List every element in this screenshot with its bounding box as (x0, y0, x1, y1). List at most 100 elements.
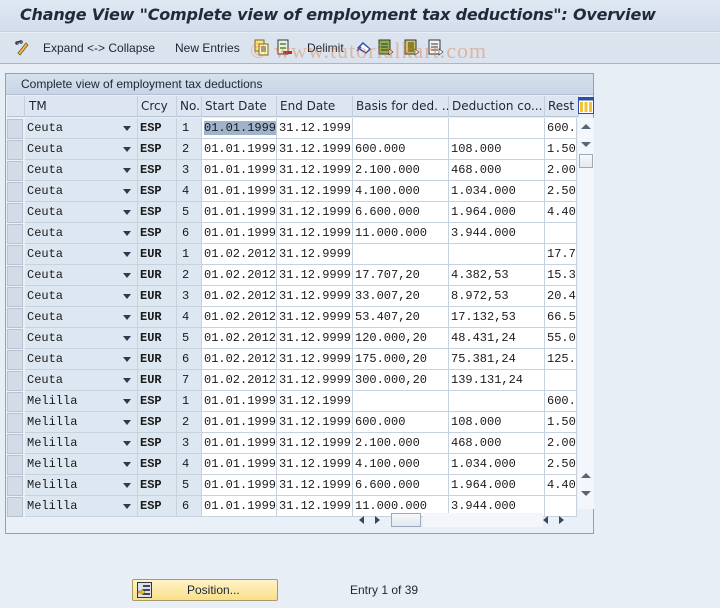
row-selector-button[interactable] (7, 350, 23, 370)
dropdown-arrow-icon[interactable] (123, 168, 131, 173)
tm-field[interactable]: Melilla (25, 412, 138, 433)
deduction-input[interactable]: 1.034.000 (449, 181, 545, 202)
dropdown-arrow-icon[interactable] (123, 357, 131, 362)
dropdown-arrow-icon[interactable] (123, 231, 131, 236)
row-selector-button[interactable] (7, 245, 23, 265)
rest-input[interactable] (545, 223, 577, 244)
rest-input[interactable] (545, 370, 577, 391)
delete-icon[interactable] (277, 39, 293, 56)
basis-input[interactable]: 33.007,20 (353, 286, 449, 307)
end-date-input[interactable]: 31.12.9999 (277, 307, 353, 328)
scroll-left-button[interactable] (359, 516, 364, 524)
dropdown-arrow-icon[interactable] (123, 420, 131, 425)
deduction-input[interactable]: 1.964.000 (449, 202, 545, 223)
delimit-button[interactable]: Delimit (307, 40, 344, 57)
scroll-right-end-button[interactable] (559, 516, 564, 524)
start-date-input[interactable]: 01.01.1999 (202, 412, 277, 433)
start-date-input[interactable]: 01.01.1999 (202, 160, 277, 181)
deduction-input[interactable]: 108.000 (449, 412, 545, 433)
deduction-input[interactable]: 8.972,53 (449, 286, 545, 307)
rest-input[interactable]: 600.0 (545, 391, 577, 412)
end-date-input[interactable]: 31.12.1999 (277, 118, 353, 139)
end-date-input[interactable]: 31.12.1999 (277, 475, 353, 496)
rest-input[interactable]: 4.400 (545, 475, 577, 496)
horizontal-scroll-track[interactable] (423, 513, 543, 527)
row-selector-button[interactable] (7, 182, 23, 202)
tm-field[interactable]: Ceuta (25, 349, 138, 370)
row-selector-button[interactable] (7, 434, 23, 454)
dropdown-arrow-icon[interactable] (123, 378, 131, 383)
basis-input[interactable]: 53.407,20 (353, 307, 449, 328)
end-date-input[interactable]: 31.12.1999 (277, 223, 353, 244)
basis-input[interactable]: 2.100.000 (353, 160, 449, 181)
rest-input[interactable]: 55.00 (545, 328, 577, 349)
end-date-input[interactable]: 31.12.1999 (277, 391, 353, 412)
end-date-input[interactable]: 31.12.1999 (277, 454, 353, 475)
deduction-input[interactable]: 468.000 (449, 160, 545, 181)
dropdown-arrow-icon[interactable] (123, 147, 131, 152)
start-date-input[interactable]: 01.01.1999 (202, 181, 277, 202)
row-selector-button[interactable] (7, 455, 23, 475)
undo-change-icon[interactable] (356, 39, 372, 56)
deduction-input[interactable]: 75.381,24 (449, 349, 545, 370)
select-block-icon[interactable] (404, 39, 420, 56)
rest-input[interactable]: 600.0 (545, 118, 577, 139)
column-header-deduction[interactable]: Deduction co... (449, 96, 545, 117)
start-date-input[interactable]: 01.02.2012 (202, 328, 277, 349)
deduction-input[interactable] (449, 244, 545, 265)
start-date-input[interactable]: 01.02.2012 (202, 286, 277, 307)
tm-field[interactable]: Ceuta (25, 265, 138, 286)
row-selector-button[interactable] (7, 392, 23, 412)
dropdown-arrow-icon[interactable] (123, 126, 131, 131)
row-selector-button[interactable] (7, 161, 23, 181)
end-date-input[interactable]: 31.12.9999 (277, 244, 353, 265)
rest-input[interactable]: 2.000 (545, 433, 577, 454)
basis-input[interactable]: 300.000,20 (353, 370, 449, 391)
scroll-down-button[interactable] (580, 138, 592, 152)
tm-field[interactable]: Melilla (25, 433, 138, 454)
column-header-start-date[interactable]: Start Date (202, 96, 277, 117)
tm-field[interactable]: Ceuta (25, 223, 138, 244)
deduction-input[interactable] (449, 391, 545, 412)
tm-field[interactable]: Melilla (25, 496, 138, 517)
start-date-input[interactable]: 01.02.2012 (202, 349, 277, 370)
end-date-input[interactable]: 31.12.1999 (277, 412, 353, 433)
dropdown-arrow-icon[interactable] (123, 189, 131, 194)
end-date-input[interactable]: 31.12.9999 (277, 328, 353, 349)
tm-field[interactable]: Ceuta (25, 202, 138, 223)
end-date-input[interactable]: 31.12.1999 (277, 433, 353, 454)
basis-input[interactable]: 600.000 (353, 412, 449, 433)
row-selector-button[interactable] (7, 287, 23, 307)
basis-input[interactable]: 4.100.000 (353, 181, 449, 202)
dropdown-arrow-icon[interactable] (123, 483, 131, 488)
start-date-input[interactable]: 01.02.2012 (202, 265, 277, 286)
end-date-input[interactable]: 31.12.1999 (277, 202, 353, 223)
vertical-scroll-thumb[interactable] (579, 154, 593, 168)
column-header-end-date[interactable]: End Date (277, 96, 353, 117)
scroll-right-button[interactable] (375, 516, 380, 524)
tm-field[interactable]: Ceuta (25, 181, 138, 202)
scroll-page-down-button[interactable] (580, 487, 592, 501)
tm-field[interactable]: Ceuta (25, 328, 138, 349)
row-selector-button[interactable] (7, 203, 23, 223)
deduction-input[interactable]: 108.000 (449, 139, 545, 160)
horizontal-scroll-thumb[interactable] (391, 513, 421, 527)
tm-field[interactable]: Ceuta (25, 286, 138, 307)
tm-field[interactable]: Ceuta (25, 244, 138, 265)
end-date-input[interactable]: 31.12.1999 (277, 139, 353, 160)
start-date-input[interactable]: 01.01.1999 (202, 496, 277, 517)
scroll-up-button[interactable] (580, 120, 592, 134)
dropdown-arrow-icon[interactable] (123, 294, 131, 299)
dropdown-arrow-icon[interactable] (123, 252, 131, 257)
column-header-rest[interactable]: Rest (545, 96, 579, 117)
row-selector-button[interactable] (7, 224, 23, 244)
basis-input[interactable]: 600.000 (353, 139, 449, 160)
end-date-input[interactable]: 31.12.9999 (277, 265, 353, 286)
deduction-input[interactable]: 1.034.000 (449, 454, 545, 475)
column-header-tm[interactable]: TM (25, 96, 138, 117)
row-selector-button[interactable] (7, 413, 23, 433)
end-date-input[interactable]: 31.12.1999 (277, 181, 353, 202)
dropdown-arrow-icon[interactable] (123, 441, 131, 446)
start-date-input[interactable]: 01.02.2012 (202, 307, 277, 328)
tm-field[interactable]: Ceuta (25, 370, 138, 391)
